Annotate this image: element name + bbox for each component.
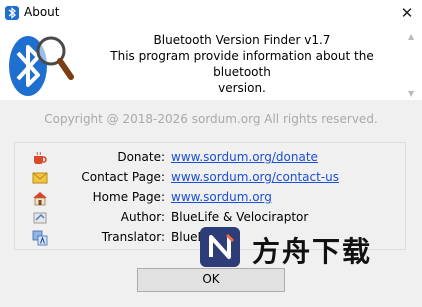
envelope-icon bbox=[32, 172, 48, 184]
app-name-version: Bluetooth Version Finder v1.7 bbox=[153, 33, 331, 47]
translate-icon bbox=[32, 230, 48, 246]
watermark: 方舟下载 bbox=[200, 227, 400, 271]
app-description-line2: version. bbox=[218, 81, 266, 95]
home-link[interactable]: www.sordum.org bbox=[171, 190, 272, 204]
bluetooth-magnifier-logo-icon bbox=[9, 36, 74, 96]
home-row: Home Page: www.sordum.org bbox=[15, 189, 405, 207]
bluetooth-app-icon bbox=[5, 6, 19, 20]
scroll-up-icon[interactable]: ▲ bbox=[408, 32, 414, 41]
close-button[interactable]: ✕ bbox=[392, 0, 422, 27]
donate-link[interactable]: www.sordum.org/donate bbox=[171, 150, 318, 164]
contact-row: Contact Page: www.sordum.org/contact-us bbox=[15, 169, 405, 187]
home-label: Home Page: bbox=[92, 190, 165, 204]
dialog-body: Copyright @ 2018-2026 sordum.org All rig… bbox=[0, 100, 422, 307]
author-icon bbox=[33, 212, 47, 224]
scrollbar[interactable]: ▲ ▼ bbox=[406, 30, 418, 98]
coffee-cup-icon bbox=[34, 151, 47, 164]
window-title: About bbox=[24, 5, 60, 19]
contact-link[interactable]: www.sordum.org/contact-us bbox=[171, 170, 339, 184]
house-icon bbox=[33, 192, 47, 206]
header-panel: Bluetooth Version Finder v1.7 This progr… bbox=[0, 27, 422, 100]
author-row: Author: BlueLife & Velociraptor bbox=[15, 209, 405, 227]
title-bar: About ✕ bbox=[0, 0, 422, 27]
scroll-down-icon[interactable]: ▼ bbox=[408, 89, 414, 98]
author-label: Author: bbox=[120, 210, 165, 224]
contact-label: Contact Page: bbox=[81, 170, 165, 184]
watermark-logo-icon bbox=[200, 227, 240, 267]
translator-label: Translator: bbox=[101, 230, 165, 244]
donate-label: Donate: bbox=[117, 150, 165, 164]
donate-row: Donate: www.sordum.org/donate bbox=[15, 149, 405, 167]
watermark-text: 方舟下载 bbox=[252, 235, 373, 268]
copyright-text: Copyright @ 2018-2026 sordum.org All rig… bbox=[44, 112, 378, 126]
header-description: Bluetooth Version Finder v1.7 This progr… bbox=[82, 32, 402, 96]
ok-button[interactable]: OK bbox=[137, 268, 285, 292]
author-value: BlueLife & Velociraptor bbox=[171, 210, 309, 224]
app-description-line1: This program provide information about t… bbox=[110, 49, 374, 79]
